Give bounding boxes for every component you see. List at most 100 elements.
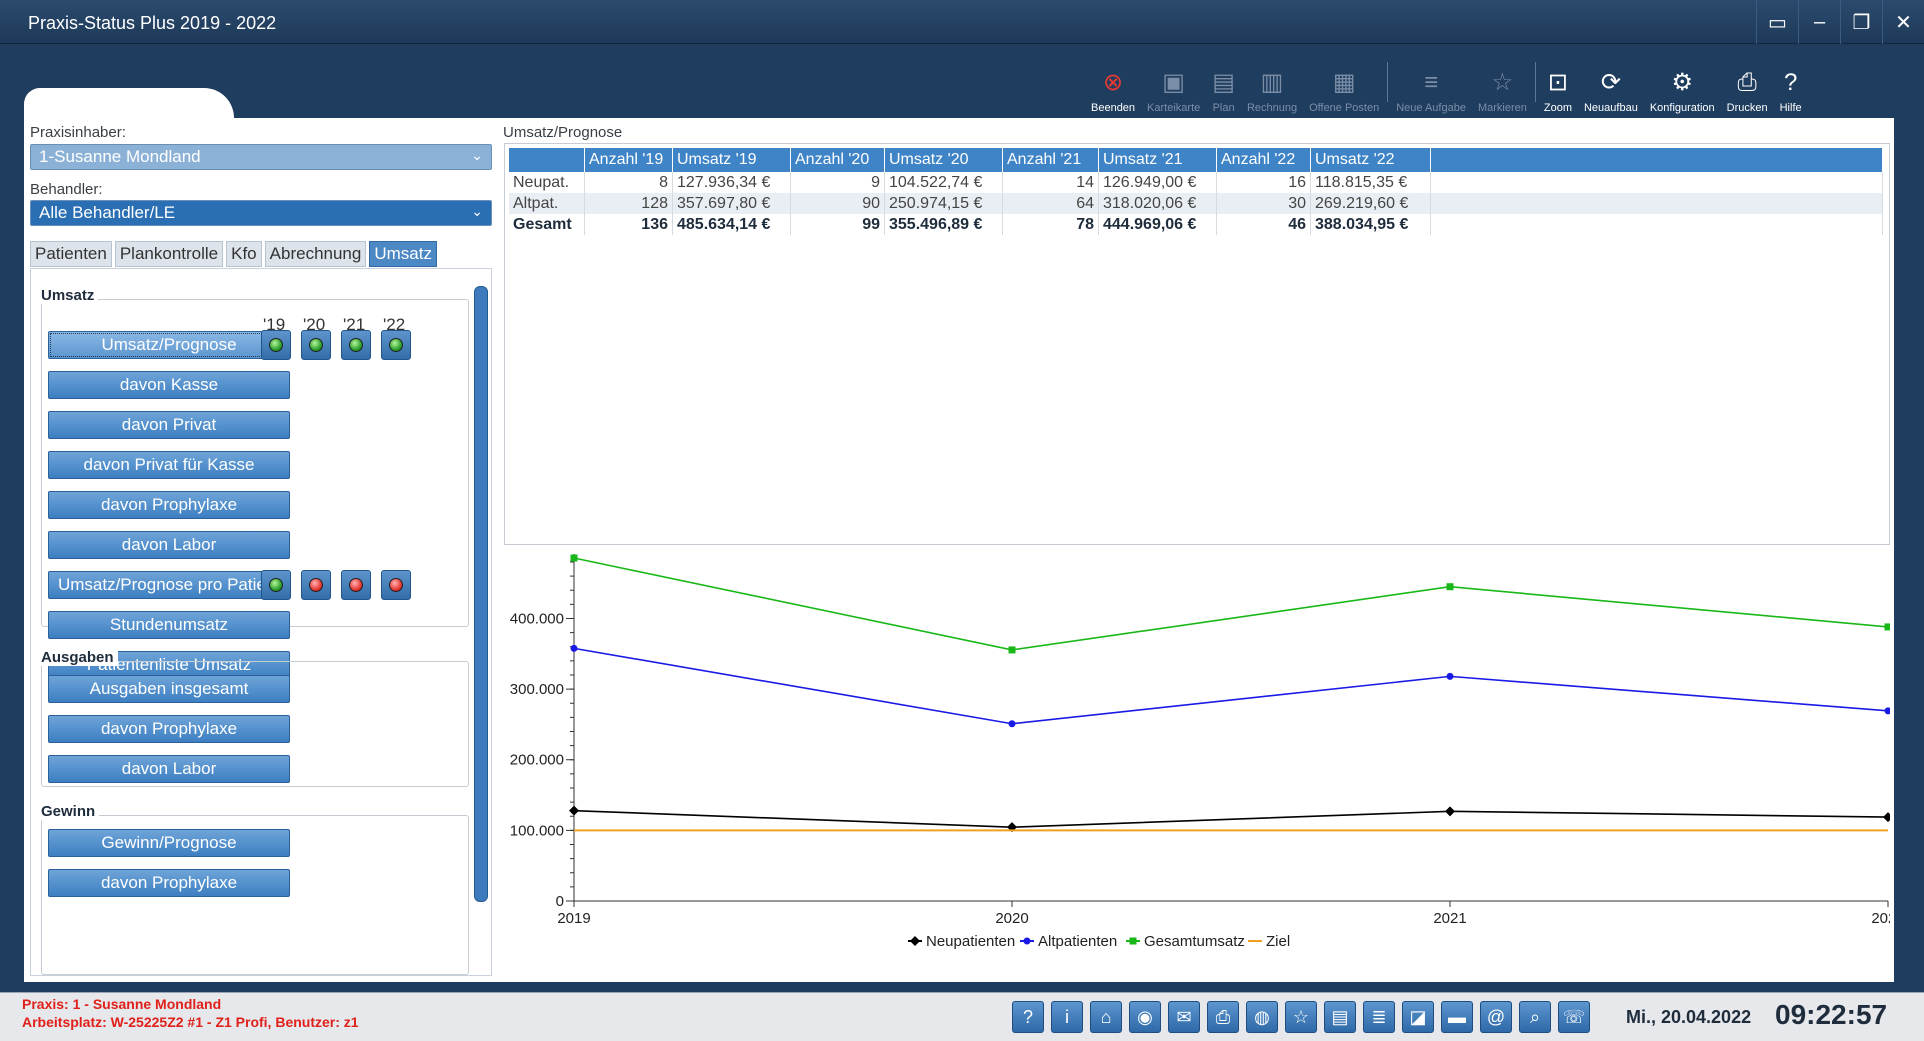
tab-kfo[interactable]: Kfo <box>226 241 262 267</box>
praxisinhaber-value: 1-Susanne Mondland <box>39 147 201 166</box>
mail-icon[interactable]: ✉ <box>1168 1001 1200 1033</box>
toolbar-neue-aufgabe-button: ≡ Neue Aufgabe <box>1390 52 1472 114</box>
group-title: Umsatz <box>37 287 99 304</box>
status-lamp-red[interactable] <box>301 570 331 600</box>
report-button[interactable]: Gewinn/Prognose <box>48 829 290 857</box>
table-cell: 128 <box>585 193 673 214</box>
column-header: Umsatz '22 <box>1311 148 1431 172</box>
y-tick-label: 300.000 <box>510 681 564 698</box>
tab-umsatz[interactable]: Umsatz <box>369 241 437 267</box>
star-icon: ☆ <box>1491 69 1514 96</box>
series-line-neupatienten <box>573 809 1889 828</box>
toolbar-rechnung-button: ▥ Rechnung <box>1241 52 1303 114</box>
report-button[interactable]: Umsatz/Prognose pro Patient <box>48 571 290 599</box>
report-button[interactable]: davon Labor <box>48 531 290 559</box>
status-lamp-red[interactable] <box>381 570 411 600</box>
open-items-icon: ▦ <box>1332 69 1356 96</box>
lamp-light-icon <box>269 338 283 352</box>
star-icon[interactable]: ☆ <box>1285 1001 1317 1033</box>
tab-plankontrolle[interactable]: Plankontrolle <box>114 241 224 267</box>
table-body: Neupat. 8 127.936,34 €9 104.522,74 €14 126.9… <box>509 172 1883 235</box>
toolbar-label: Neuaufbau <box>1583 102 1638 114</box>
at-icon[interactable]: @ <box>1480 1001 1512 1033</box>
report-button[interactable]: davon Prophylaxe <box>48 869 290 897</box>
group-title: Ausgaben <box>37 649 118 666</box>
status-lamp-green[interactable] <box>341 330 371 360</box>
print-icon[interactable]: ⎙ <box>1207 1001 1239 1033</box>
gear-icon: ⚙ <box>1671 69 1693 96</box>
tab-patienten[interactable]: Patienten <box>30 241 112 267</box>
globe-icon[interactable]: ◍ <box>1246 1001 1278 1033</box>
category-tabs: Patienten Plankontrolle Kfo Abrechnung Umsat… <box>30 241 437 267</box>
toolbar-hilfe-button[interactable]: ? Hilfe <box>1774 52 1808 114</box>
info-icon[interactable]: i <box>1051 1001 1083 1033</box>
table-cell: 16 <box>1217 172 1311 193</box>
status-bar: Praxis: 1 - Susanne Mondland Arbeitsplat… <box>0 992 1924 1041</box>
report-button[interactable]: davon Prophylaxe <box>48 715 290 743</box>
table-cell: 444.969,06 € <box>1099 214 1217 235</box>
report-button[interactable]: Umsatz/Prognose <box>48 331 290 359</box>
phone-icon[interactable]: ☏ <box>1558 1001 1590 1033</box>
data-point <box>1446 583 1454 591</box>
table-cell: 269.219,60 € <box>1311 193 1431 214</box>
toolbar-drucken-button[interactable]: ⎙ Drucken <box>1721 52 1774 114</box>
chart-icon[interactable]: ◪ <box>1402 1001 1434 1033</box>
list-icon[interactable]: ≣ <box>1363 1001 1395 1033</box>
report-button[interactable]: Ausgaben insgesamt <box>48 675 290 703</box>
report-button[interactable]: davon Privat <box>48 411 290 439</box>
data-point <box>1129 937 1137 945</box>
status-lamp-green[interactable] <box>381 330 411 360</box>
table-cell: 104.522,74 € <box>885 172 1003 193</box>
chevron-down-icon: ⌄ <box>471 203 483 219</box>
status-lamp-green[interactable] <box>261 570 291 600</box>
toolbar-label: Offene Posten <box>1309 102 1380 114</box>
behandler-select[interactable]: Alle Behandler/LE ⌄ <box>30 200 492 226</box>
toolbar-zoom-button[interactable]: ⊡ Zoom <box>1538 52 1578 114</box>
toolbar-konfiguration-button[interactable]: ⚙ Konfiguration <box>1644 52 1721 114</box>
home-icon[interactable]: ⌂ <box>1090 1001 1122 1033</box>
behandler-value: Alle Behandler/LE <box>39 203 176 222</box>
report-button[interactable]: Stundenumsatz <box>48 611 290 639</box>
report-button[interactable]: davon Prophylaxe <box>48 491 290 519</box>
toolbar-label: Drucken <box>1726 102 1768 114</box>
tab-abrechnung[interactable]: Abrechnung <box>264 241 367 267</box>
report-button[interactable]: davon Privat für Kasse <box>48 451 290 479</box>
column-header: Anzahl '22 <box>1217 148 1311 172</box>
help-icon[interactable]: ? <box>1012 1001 1044 1033</box>
table-cell: 127.936,34 € <box>673 172 791 193</box>
data-point <box>1883 812 1890 823</box>
report-title: Umsatz/Prognose <box>503 124 623 141</box>
column-header: Umsatz '19 <box>673 148 791 172</box>
x-tick-label: 2020 <box>995 910 1028 927</box>
status-lamp-red[interactable] <box>341 570 371 600</box>
toolbar-beenden-button[interactable]: ⊗ Beenden <box>1085 52 1141 114</box>
lamp-light-icon <box>349 338 363 352</box>
table-cell: 14 <box>1003 172 1099 193</box>
toolbar-label: Beenden <box>1091 102 1136 114</box>
x-tick-label: 2022 <box>1871 910 1890 927</box>
restore-button[interactable]: ❐ <box>1840 0 1882 44</box>
column-header: Anzahl '21 <box>1003 148 1099 172</box>
search-icon[interactable]: ⌕ <box>1519 1001 1551 1033</box>
report-table: Anzahl '19 Umsatz '19 Anzahl '20 Umsatz '20… <box>509 148 1883 235</box>
plan-icon: ▤ <box>1212 69 1235 96</box>
chevron-down-icon: ⌄ <box>471 147 483 163</box>
close-button[interactable]: ✕ <box>1882 0 1924 44</box>
window-menu-button[interactable]: ▭ <box>1756 0 1798 44</box>
lamp-light-icon <box>349 578 363 592</box>
praxisinhaber-select[interactable]: 1-Susanne Mondland ⌄ <box>30 144 492 170</box>
data-point <box>1445 806 1455 817</box>
status-lamp-green[interactable] <box>261 330 291 360</box>
report-panel-scrollbar[interactable] <box>474 286 488 902</box>
flag-icon[interactable]: ▬ <box>1441 1001 1473 1033</box>
report-panel: Umsatz '19'20'21'22 Umsatz/Prognose davon K… <box>30 268 492 976</box>
status-lamp-green[interactable] <box>301 330 331 360</box>
toolbar-neuaufbau-button[interactable]: ⟳ Neuaufbau <box>1578 52 1644 114</box>
badge-icon[interactable]: ◉ <box>1129 1001 1161 1033</box>
minimize-button[interactable]: – <box>1798 0 1840 44</box>
document-icon[interactable]: ▤ <box>1324 1001 1356 1033</box>
table-cell: 99 <box>791 214 885 235</box>
report-button[interactable]: davon Labor <box>48 755 290 783</box>
y-tick-label: 100.000 <box>510 822 564 839</box>
report-button[interactable]: davon Kasse <box>48 371 290 399</box>
